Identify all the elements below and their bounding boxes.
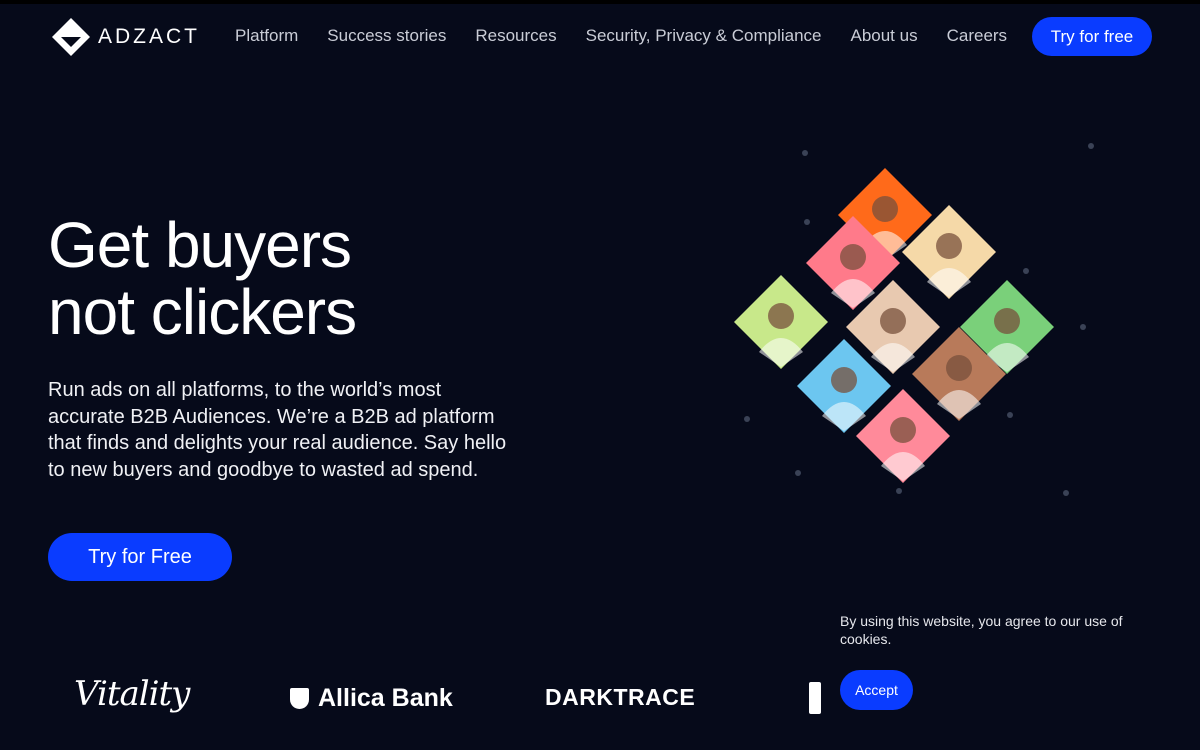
cookie-message: By using this website, you agree to our … (840, 613, 1123, 647)
nav-link-security[interactable]: Security, Privacy & Compliance (586, 26, 822, 46)
cookie-banner: By using this website, you agree to our … (824, 600, 1200, 750)
hero-title-line-1: Get buyers (48, 209, 352, 281)
people-diamond-collage (720, 130, 1120, 510)
top-navigation: ADZACT Platform Success stories Resource… (0, 4, 1200, 70)
allica-shield-icon (290, 688, 309, 709)
try-for-free-hero-button[interactable]: Try for Free (48, 533, 232, 581)
hero-description: Run ads on all platforms, to the world’s… (48, 379, 507, 481)
hero-title: Get buyers not clickers (48, 209, 357, 348)
allica-bank-logo: Allica Bank (290, 684, 453, 713)
logo-wordmark: ADZACT (98, 25, 200, 48)
nav-link-platform[interactable]: Platform (235, 26, 298, 46)
nav-link-resources[interactable]: Resources (475, 26, 556, 46)
adzact-logo[interactable]: ADZACT (52, 18, 200, 56)
partial-client-logo (809, 682, 821, 714)
nav-links: Platform Success stories Resources Secur… (235, 26, 1036, 46)
accept-cookies-button[interactable]: Accept (840, 670, 913, 710)
allica-bank-wordmark: Allica Bank (318, 684, 453, 712)
try-for-free-nav-button[interactable]: Try for free (1032, 17, 1152, 56)
diamond-logo-icon (52, 18, 90, 56)
darktrace-logo: DARKTRACE (545, 684, 696, 710)
nav-link-about-us[interactable]: About us (850, 26, 917, 46)
nav-link-careers[interactable]: Careers (947, 26, 1007, 46)
diamond-portraits-image (734, 143, 1094, 496)
nav-link-success-stories[interactable]: Success stories (327, 26, 446, 46)
portrait-tile (734, 275, 828, 369)
vitality-logo: Vitality (74, 674, 190, 714)
hero-title-line-2: not clickers (48, 276, 357, 348)
